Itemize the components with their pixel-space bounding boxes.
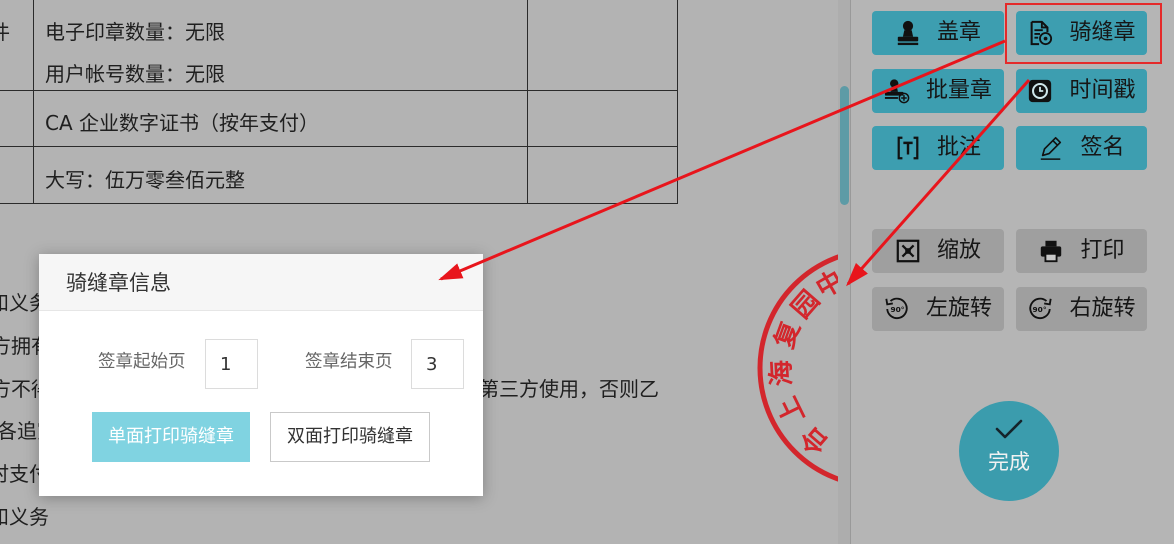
zoom-button[interactable]: 缩放 [872, 229, 1004, 273]
start-page-input[interactable] [205, 339, 258, 389]
batch-stamp-icon [884, 78, 910, 104]
check-icon [995, 419, 1023, 439]
single-side-print-button[interactable]: 单面打印骑缝章 [92, 412, 250, 462]
dialog-title: 骑缝章信息 [66, 271, 171, 295]
scrollbar-thumb[interactable] [840, 86, 849, 205]
rotate-left-button[interactable]: 90° 左旋转 [872, 287, 1004, 331]
rotate-right-icon: 90° [1027, 296, 1053, 322]
rotate-left-icon: 90° [884, 296, 910, 322]
svg-text:90°: 90° [890, 305, 904, 314]
signature-icon [1038, 135, 1064, 161]
paging-seal-button[interactable]: 骑缝章 [1016, 11, 1147, 55]
timestamp-button[interactable]: 时间戳 [1016, 69, 1147, 113]
signature-button-label: 签名 [1080, 135, 1125, 160]
annotation-button[interactable]: 批注 [872, 126, 1004, 170]
seal-character: 海 [766, 359, 797, 387]
timestamp-icon [1027, 78, 1053, 104]
stamp-button-label: 盖章 [936, 20, 981, 45]
dialog-header: 骑缝章信息 [39, 254, 483, 311]
svg-text:90°: 90° [1033, 305, 1047, 314]
timestamp-button-label: 时间戳 [1069, 78, 1136, 103]
zoom-button-label: 缩放 [936, 238, 981, 263]
batch-stamp-button[interactable]: 批量章 [872, 69, 1004, 113]
print-button-label: 打印 [1080, 238, 1125, 263]
print-button[interactable]: 打印 [1016, 229, 1147, 273]
done-button-label: 完成 [988, 450, 1030, 474]
document-scrollbar[interactable] [838, 0, 851, 544]
signature-button[interactable]: 签名 [1016, 126, 1147, 170]
paging-seal-button-label: 骑缝章 [1069, 20, 1136, 45]
end-page-label: 签章结束页 [305, 352, 393, 372]
paging-seal-dialog: 骑缝章信息 签章起始页 签章结束页 单面打印骑缝章 双面打印骑缝章 [39, 254, 483, 496]
rotate-left-button-label: 左旋转 [925, 296, 992, 321]
paging-seal-icon [1027, 20, 1053, 46]
stamp-icon [895, 20, 921, 46]
seal-character: 复 [769, 317, 806, 353]
stamp-button[interactable]: 盖章 [872, 11, 1004, 55]
seal-character: 上 [773, 392, 811, 429]
zoom-icon [895, 238, 921, 264]
rotate-right-button-label: 右旋转 [1069, 296, 1136, 321]
annotation-icon [895, 135, 921, 161]
rotate-right-button[interactable]: 90° 右旋转 [1016, 287, 1147, 331]
double-side-print-button[interactable]: 双面打印骑缝章 [270, 412, 430, 462]
done-button[interactable]: 完成 [959, 401, 1059, 501]
annotation-button-label: 批注 [936, 135, 981, 160]
start-page-label: 签章起始页 [98, 352, 186, 372]
batch-stamp-button-label: 批量章 [925, 78, 992, 103]
print-icon [1038, 238, 1064, 264]
end-page-input[interactable] [411, 339, 464, 389]
